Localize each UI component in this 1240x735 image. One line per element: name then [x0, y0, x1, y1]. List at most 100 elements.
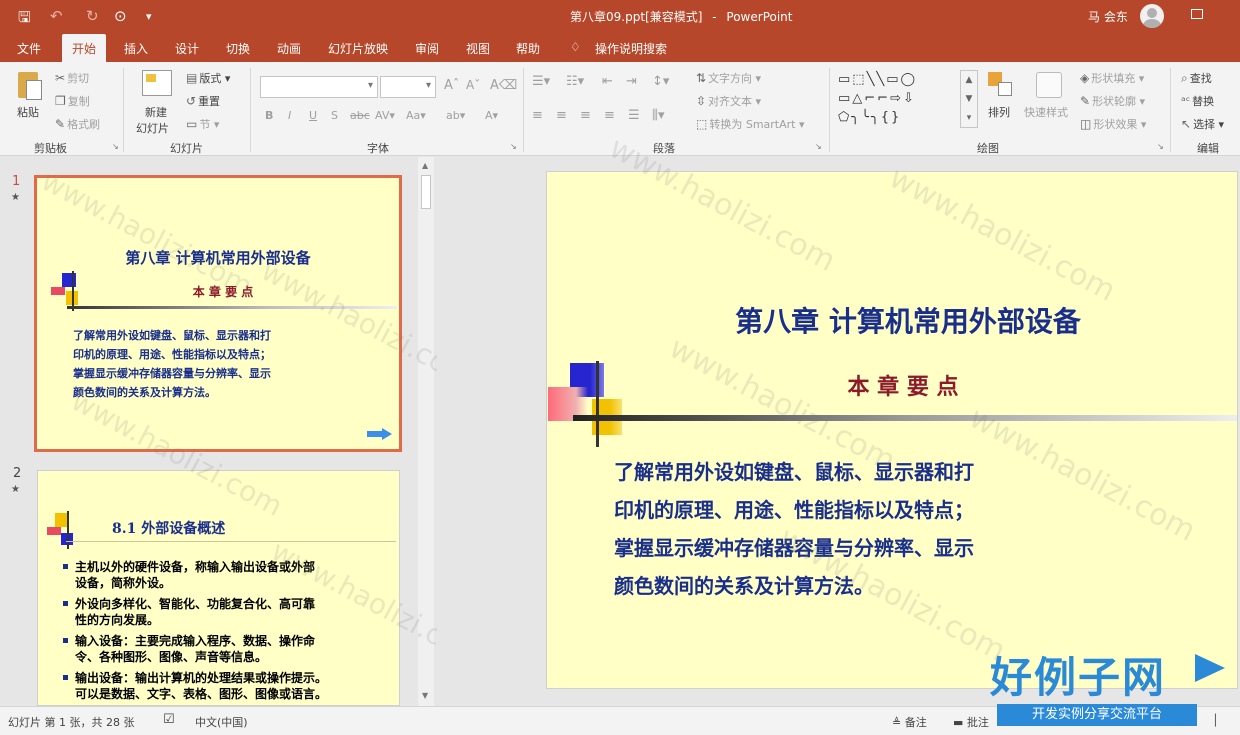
notes-button[interactable]: ≜ 备注 [892, 714, 927, 730]
ribbon-display-options-icon[interactable] [1191, 9, 1203, 19]
shapes-gallery[interactable]: ▭⬚╲╲▭◯ ▭△⌐⌐⇨⇩ ⬠╮╰╮{} [838, 70, 958, 128]
reset-label: 重置 [198, 95, 221, 108]
align-left-icon[interactable]: ≡ [532, 108, 543, 123]
thumbnails-scrollbar[interactable]: ▲ ▼ [418, 157, 434, 706]
new-slide-label-2[interactable]: 幻灯片 [136, 120, 169, 136]
tab-design[interactable]: 设计 [175, 40, 199, 57]
tab-transitions[interactable]: 切换 [226, 40, 250, 57]
copy-button[interactable]: ❐ 复制 [55, 93, 90, 109]
zoom-slider-handle[interactable]: │ [1212, 714, 1219, 727]
cut-button[interactable]: ✂ 剪切 [55, 70, 89, 86]
slide-title: 第八章 计算机常用外部设备 [125, 249, 311, 267]
save-icon[interactable]: 🖫 [18, 7, 31, 32]
tab-view[interactable]: 视图 [466, 40, 490, 57]
avatar[interactable] [1140, 4, 1164, 28]
format-painter-button[interactable]: ✎ 格式刷 [55, 116, 100, 132]
tab-insert[interactable]: 插入 [124, 40, 148, 57]
section-button[interactable]: ▭ 节 ▾ [186, 116, 219, 132]
dialog-launcher-icon[interactable]: ↘ [1157, 142, 1164, 151]
tab-review[interactable]: 审阅 [415, 40, 439, 57]
comments-button[interactable]: ▬ 批注 [953, 714, 989, 730]
shapes-gallery-scroll[interactable]: ▲ ▼ ▾ [960, 70, 978, 128]
new-slide-label[interactable]: 新建 [145, 104, 167, 120]
quick-styles-label[interactable]: 快速样式 [1024, 104, 1068, 120]
reset-button[interactable]: ↺ 重置 [186, 93, 220, 109]
redo-icon[interactable]: ↻ [86, 7, 99, 25]
present-icon[interactable]: ⊙ [114, 7, 127, 25]
language-indicator[interactable]: 中文(中国) [195, 714, 248, 730]
main-slide[interactable]: 第八章 计算机常用外部设备 本 章 要 点 了解常用外设如键盘、鼠标、显示器和打… [546, 171, 1238, 689]
align-center-icon[interactable]: ≡ [556, 108, 567, 123]
dialog-launcher-icon[interactable]: ↘ [815, 142, 822, 151]
scroll-down-icon[interactable]: ▼ [422, 691, 428, 700]
increase-indent-icon[interactable]: ⇥ [626, 74, 637, 89]
tab-help[interactable]: 帮助 [516, 40, 540, 57]
font-name-combo[interactable]: ▾ [260, 76, 378, 98]
new-slide-icon[interactable] [142, 70, 172, 96]
replace-button[interactable]: ᵃᶜ 替换 [1181, 93, 1214, 109]
cut-label: 剪切 [67, 72, 90, 85]
spelling-check-icon[interactable]: ☑ [163, 712, 175, 727]
scroll-thumb[interactable] [421, 175, 431, 209]
paste-icon[interactable] [16, 70, 44, 102]
window-title: 第八章09.ppt[兼容模式] - PowerPoint [570, 8, 792, 25]
dialog-launcher-icon[interactable]: ↘ [112, 142, 119, 151]
slide-thumbnails-pane: 1 ★ 第八章 计算机常用外部设备 本 章 要 点 了解常用外设如键盘、鼠标、显… [0, 157, 488, 706]
slide-subtitle: 本 章 要 点 [192, 285, 254, 299]
undo-icon[interactable]: ↶ [50, 7, 63, 25]
arrange-label[interactable]: 排列 [988, 104, 1010, 120]
quick-styles-icon[interactable] [1036, 72, 1062, 98]
body-line: 印机的原理、用途、性能指标以及特点； [614, 498, 974, 522]
shape-effects-button[interactable]: ◫ 形状效果 ▾ [1080, 116, 1146, 132]
bullets-icon[interactable]: ☰▾ [532, 74, 550, 89]
bold-button[interactable]: B [265, 109, 273, 122]
text-direction-button[interactable]: ⇅ 文字方向 ▾ [696, 70, 761, 86]
find-button[interactable]: ⌕ 查找 [1181, 70, 1212, 86]
customize-qat-icon[interactable]: ▾ [146, 10, 152, 23]
layout-button[interactable]: ▤ 版式 ▾ [186, 70, 230, 86]
tab-file[interactable]: 文件 [17, 40, 41, 57]
tab-slideshow[interactable]: 幻灯片放映 [328, 40, 388, 57]
justify-icon[interactable]: ≡ [604, 108, 615, 123]
columns-icon[interactable]: ⫼▾ [652, 108, 665, 123]
smartart-button[interactable]: ⬚ 转换为 SmartArt ▾ [696, 116, 805, 132]
shape-fill-button[interactable]: ◈ 形状填充 ▾ [1080, 70, 1144, 86]
tab-home[interactable]: 开始 [62, 34, 107, 65]
ribbon: 粘贴 ✂ 剪切 ❐ 复制 ✎ 格式刷 剪贴板 ↘ 新建 幻灯片 ▤ 版式 ▾ ↺ 重置 ▭… [0, 62, 1240, 156]
strikethrough-icon[interactable]: abc [350, 109, 370, 122]
slide-thumbnail-1[interactable]: 第八章 计算机常用外部设备 本 章 要 点 了解常用外设如键盘、鼠标、显示器和打… [34, 175, 402, 452]
align-text-button[interactable]: ⇳ 对齐文本 ▾ [696, 93, 761, 109]
slide-thumbnail-2[interactable]: 8.1 外部设备概述 主机以外的硬件设备，称输入输出设备或外部 设备，简称外设。 … [37, 470, 400, 706]
arrange-icon[interactable] [988, 72, 1014, 98]
clear-formatting-icon[interactable]: A⌫ [490, 78, 517, 93]
align-right-icon[interactable]: ≡ [580, 108, 591, 123]
italic-button[interactable]: I [288, 109, 291, 122]
group-divider [523, 68, 524, 152]
distributed-icon[interactable]: ☰ [628, 108, 640, 123]
shape-outline-button[interactable]: ✎ 形状轮廓 ▾ [1080, 93, 1145, 109]
body-line: 了解常用外设如键盘、鼠标、显示器和打 [73, 329, 271, 342]
numbering-icon[interactable]: ☷▾ [566, 74, 584, 89]
slide-subtitle: 本 章 要 点 [847, 374, 959, 400]
shadow-button[interactable]: S [331, 109, 338, 122]
tab-animations[interactable]: 动画 [277, 40, 301, 57]
slide-editor: 第八章 计算机常用外部设备 本 章 要 点 了解常用外设如键盘、鼠标、显示器和打… [437, 130, 1240, 706]
line-spacing-icon[interactable]: ↕▾ [652, 74, 669, 89]
scroll-up-icon[interactable]: ▲ [422, 161, 428, 170]
body-line: 颜色数间的关系及计算方法。 [73, 386, 216, 399]
tell-me-search[interactable]: 操作说明搜索 [595, 40, 667, 57]
change-case-icon[interactable]: Aa▾ [406, 109, 426, 122]
decrease-indent-icon[interactable]: ⇤ [602, 74, 613, 89]
dialog-launcher-icon[interactable]: ↘ [510, 142, 517, 151]
group-divider [829, 68, 830, 152]
paste-button[interactable]: 粘贴 [17, 104, 39, 120]
font-size-combo[interactable]: ▾ [380, 76, 436, 98]
grow-font-icon[interactable]: Aˆ [444, 78, 459, 93]
user-name[interactable]: 马 会东 [1088, 8, 1128, 25]
underline-button[interactable]: U [309, 109, 317, 122]
highlight-icon[interactable]: ab▾ [446, 109, 465, 122]
char-spacing-icon[interactable]: AV▾ [375, 109, 395, 122]
select-button[interactable]: ↖ 选择 ▾ [1181, 116, 1224, 132]
font-color-icon[interactable]: A▾ [485, 109, 498, 122]
shrink-font-icon[interactable]: Aˇ [466, 78, 480, 92]
